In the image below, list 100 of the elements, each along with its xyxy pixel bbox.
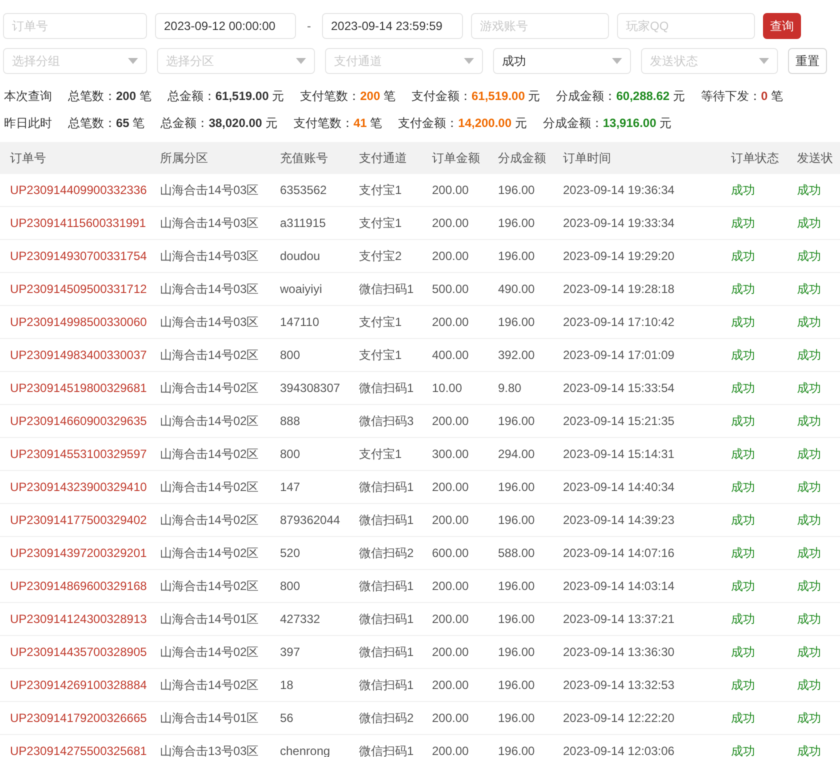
stat-text: 分成金额：13,916.00 元 xyxy=(542,115,672,132)
status-text: 成功 xyxy=(731,447,755,461)
status-text: 成功 xyxy=(797,183,821,197)
table-cell: 147 xyxy=(280,480,300,494)
table-cell: 山海合击14号02区 xyxy=(160,414,259,428)
order-link[interactable]: UP230914509500331712 xyxy=(10,282,147,296)
table-cell: 9.80 xyxy=(498,381,522,395)
order-link[interactable]: UP230914409900332336 xyxy=(10,183,147,197)
table-cell: 196.00 xyxy=(498,216,535,230)
reset-button[interactable]: 重置 xyxy=(788,48,827,74)
table-cell: 山海合击14号03区 xyxy=(160,183,259,197)
table-cell: 200.00 xyxy=(432,711,469,725)
search-button[interactable]: 查询 xyxy=(763,13,801,39)
caret-icon xyxy=(759,58,769,64)
order-link[interactable]: UP230914115600331991 xyxy=(10,216,146,230)
table-cell: 200.00 xyxy=(432,315,469,329)
table-cell: 800 xyxy=(280,579,300,593)
table-cell: 微信扫码1 xyxy=(359,579,414,593)
table-cell: 196.00 xyxy=(498,183,535,197)
status-text: 成功 xyxy=(797,315,821,329)
table-cell: 200.00 xyxy=(432,249,469,263)
table-cell: 2023-09-14 19:36:34 xyxy=(563,183,674,197)
order-link[interactable]: UP230914177500329402 xyxy=(10,513,147,527)
table-cell: 200.00 xyxy=(432,414,469,428)
order-link[interactable]: UP230914519800329681 xyxy=(10,381,147,395)
table-cell: 微信扫码1 xyxy=(359,612,414,626)
table-cell: 山海合击14号02区 xyxy=(160,381,259,395)
order-link[interactable]: UP230914124300328913 xyxy=(10,612,147,626)
caret-icon xyxy=(296,58,306,64)
input-field[interactable]: 2023-09-14 23:59:59 xyxy=(322,13,463,39)
table-cell: 397 xyxy=(280,645,300,659)
status-text: 成功 xyxy=(731,480,755,494)
table-cell: 400.00 xyxy=(432,348,469,362)
table-cell: 294.00 xyxy=(498,447,535,461)
table-cell: 微信扫码1 xyxy=(359,381,414,395)
table-cell: 山海合击14号02区 xyxy=(160,546,259,560)
table-cell: 147110 xyxy=(280,315,320,329)
table-cell: 2023-09-14 13:36:30 xyxy=(563,645,674,659)
status-text: 成功 xyxy=(797,249,821,263)
select-field[interactable]: 成功 xyxy=(493,48,631,74)
order-link[interactable]: UP230914998500330060 xyxy=(10,315,147,329)
status-text: 成功 xyxy=(797,579,821,593)
column-header: 支付通道 xyxy=(359,151,407,165)
table-cell: 10.00 xyxy=(432,381,462,395)
table-cell: 微信扫码1 xyxy=(359,282,414,296)
table-cell: 196.00 xyxy=(498,513,535,527)
status-text: 成功 xyxy=(797,513,821,527)
order-link[interactable]: UP230914323900329410 xyxy=(10,480,147,494)
order-link[interactable]: UP230914553100329597 xyxy=(10,447,147,461)
column-header: 订单时间 xyxy=(563,151,611,165)
stat-text: 总笔数：200 笔 xyxy=(68,88,152,105)
input-field[interactable]: 2023-09-12 00:00:00 xyxy=(155,13,296,39)
status-text: 成功 xyxy=(731,645,755,659)
table-cell: 支付宝1 xyxy=(359,447,402,461)
table-cell: 山海合击14号02区 xyxy=(160,348,259,362)
status-text: 成功 xyxy=(731,414,755,428)
status-text: 成功 xyxy=(731,678,755,692)
order-link[interactable]: UP230914269100328884 xyxy=(10,678,147,692)
table-cell: 18 xyxy=(280,678,294,692)
caret-icon xyxy=(612,58,622,64)
order-link[interactable]: UP230914930700331754 xyxy=(10,249,147,263)
stats-label: 昨日此时 xyxy=(4,115,52,132)
table-cell: 200.00 xyxy=(432,480,469,494)
status-text: 成功 xyxy=(731,546,755,560)
order-link[interactable]: UP230914435700328905 xyxy=(10,645,147,659)
column-header: 所属分区 xyxy=(160,151,208,165)
order-link[interactable]: UP230914660900329635 xyxy=(10,414,147,428)
table-cell: 196.00 xyxy=(498,711,535,725)
status-text: 成功 xyxy=(797,645,821,659)
order-link[interactable]: UP230914869600329168 xyxy=(10,579,147,593)
table-cell: 山海合击14号03区 xyxy=(160,315,259,329)
table-cell: 山海合击14号01区 xyxy=(160,612,259,626)
status-text: 成功 xyxy=(731,216,755,230)
table-cell: 196.00 xyxy=(498,579,535,593)
stat-text: 总金额：61,519.00 元 xyxy=(167,88,284,105)
order-link[interactable]: UP230914397200329201 xyxy=(10,546,147,560)
table-cell: 2023-09-14 12:22:20 xyxy=(563,711,674,725)
table-cell: 微信扫码1 xyxy=(359,645,414,659)
table-cell: 2023-09-14 14:40:34 xyxy=(563,480,674,494)
table-cell: 196.00 xyxy=(498,678,535,692)
table-cell: 500.00 xyxy=(432,282,469,296)
table-cell: 394308307 xyxy=(280,381,340,395)
table-cell: 2023-09-14 15:33:54 xyxy=(563,381,674,395)
table-cell: doudou xyxy=(280,249,320,263)
table-cell: 山海合击14号02区 xyxy=(160,678,259,692)
stat-text: 总金额：38,020.00 元 xyxy=(160,115,278,132)
order-link[interactable]: UP230914983400330037 xyxy=(10,348,147,362)
table-cell: 2023-09-14 19:28:18 xyxy=(563,282,674,296)
caret-icon xyxy=(128,58,138,64)
stat-text: 支付笔数：41 笔 xyxy=(293,115,382,132)
table-cell: 200.00 xyxy=(432,183,469,197)
table-cell: 微信扫码1 xyxy=(359,678,414,692)
table-cell: 888 xyxy=(280,414,300,428)
order-link[interactable]: UP230914179200326665 xyxy=(10,711,147,725)
caret-icon xyxy=(464,58,474,64)
table-cell: 427332 xyxy=(280,612,320,626)
order-link[interactable]: UP230914275500325681 xyxy=(10,744,147,757)
table-cell: 200.00 xyxy=(432,678,469,692)
table-cell: 山海合击13号03区 xyxy=(160,744,259,757)
stat-text: 总笔数：65 笔 xyxy=(68,115,145,132)
